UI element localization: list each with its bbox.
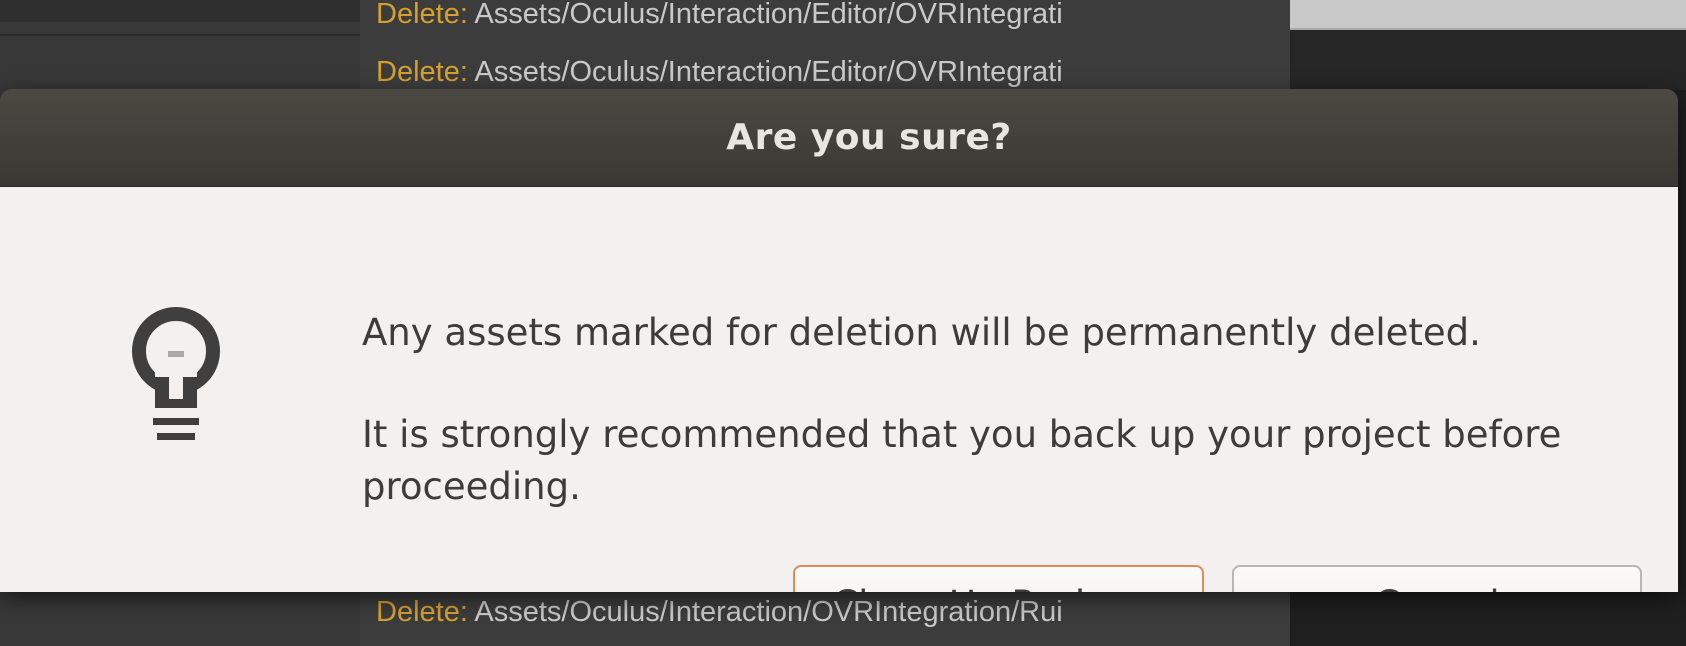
log-keyword: Delete: (376, 596, 468, 628)
cancel-button[interactable]: Cancel (1232, 565, 1642, 592)
log-path: Assets/Oculus/Interaction/OVRIntegration… (474, 596, 1063, 628)
log-line: Delete: Assets/Oculus/Interaction/Editor… (376, 0, 1266, 34)
dialog-message-secondary: It is strongly recommended that you back… (362, 413, 1562, 508)
log-path: Assets/Oculus/Interaction/Editor/OVRInte… (474, 56, 1063, 88)
panel-header-strip (0, 0, 360, 22)
scene-view (1290, 0, 1686, 30)
log-path: Assets/Oculus/Interaction/Editor/OVRInte… (474, 0, 1063, 30)
log-keyword: Delete: (376, 0, 468, 30)
scene-toolbar (1290, 30, 1686, 90)
dialog-body: Any assets marked for deletion will be p… (0, 187, 1678, 592)
log-line: Delete: Assets/Oculus/Interaction/OVRInt… (376, 592, 1266, 632)
dialog-title: Are you sure? (726, 117, 1012, 158)
dialog-titlebar[interactable]: Are you sure? (0, 89, 1678, 187)
dialog-message-primary: Any assets marked for deletion will be p… (362, 311, 1481, 354)
log-keyword: Delete: (376, 56, 468, 88)
log-line: Delete: Assets/Oculus/Interaction/Editor… (376, 52, 1266, 92)
clean-up-package-button[interactable]: Clean Up Package (793, 565, 1204, 592)
panel-divider (0, 34, 360, 36)
confirm-dialog: Are you sure? Any assets marked for dele… (0, 89, 1678, 592)
lightbulb-icon (128, 307, 224, 457)
